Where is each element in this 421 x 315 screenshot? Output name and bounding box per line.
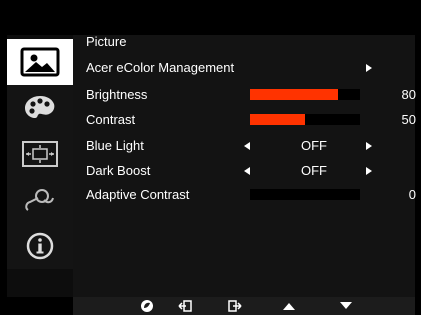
screen-position-icon bbox=[21, 140, 59, 168]
chevron-right-icon bbox=[366, 64, 372, 72]
category-rail bbox=[7, 35, 73, 297]
tab-color[interactable] bbox=[7, 85, 73, 131]
contrast-item[interactable]: Contrast 50 bbox=[86, 110, 416, 130]
osd-menu: Picture Acer eColor Management Brightnes… bbox=[0, 0, 421, 315]
tab-settings[interactable] bbox=[7, 177, 73, 223]
chevron-right-icon[interactable] bbox=[366, 142, 372, 150]
adaptive-contrast-item[interactable]: Adaptive Contrast 0 bbox=[86, 185, 416, 205]
ecolor-management-item[interactable]: Acer eColor Management bbox=[86, 58, 416, 78]
chevron-right-icon[interactable] bbox=[366, 167, 372, 175]
chevron-left-icon[interactable] bbox=[244, 142, 250, 150]
exit-icon[interactable] bbox=[175, 298, 195, 314]
tab-position[interactable] bbox=[7, 131, 73, 177]
brightness-slider-fill bbox=[250, 89, 338, 100]
top-band bbox=[7, 7, 415, 35]
info-icon bbox=[25, 231, 55, 261]
adaptive-contrast-label: Adaptive Contrast bbox=[86, 187, 190, 202]
brightness-value: 80 bbox=[401, 87, 416, 102]
ecolor-management-label: Acer eColor Management bbox=[86, 60, 235, 75]
contrast-label: Contrast bbox=[86, 112, 136, 127]
brightness-slider[interactable] bbox=[250, 89, 360, 100]
tab-picture[interactable] bbox=[7, 39, 73, 85]
eco-icon[interactable] bbox=[137, 298, 157, 314]
blue-light-value: OFF bbox=[301, 138, 327, 153]
adaptive-contrast-slider[interactable] bbox=[250, 189, 360, 200]
contrast-value: 50 bbox=[401, 112, 416, 127]
up-icon[interactable] bbox=[279, 298, 299, 314]
palette-icon bbox=[23, 94, 57, 122]
dark-boost-label: Dark Boost bbox=[86, 163, 151, 178]
contrast-slider-fill bbox=[250, 114, 305, 125]
contrast-slider[interactable] bbox=[250, 114, 360, 125]
brightness-label: Brightness bbox=[86, 87, 148, 102]
blue-light-item[interactable]: Blue Light OFF bbox=[86, 136, 416, 156]
adaptive-contrast-value: 0 bbox=[408, 187, 416, 202]
enter-icon[interactable] bbox=[225, 298, 245, 314]
dark-boost-value: OFF bbox=[301, 163, 327, 178]
down-icon[interactable] bbox=[336, 298, 356, 314]
dark-boost-item[interactable]: Dark Boost OFF bbox=[86, 161, 416, 181]
menu-title: Picture bbox=[86, 34, 127, 49]
tab-info[interactable] bbox=[7, 223, 73, 269]
picture-icon bbox=[20, 47, 60, 77]
chevron-left-icon[interactable] bbox=[244, 167, 250, 175]
settings-icon bbox=[22, 186, 58, 214]
blue-light-label: Blue Light bbox=[86, 138, 144, 153]
brightness-item[interactable]: Brightness 80 bbox=[86, 85, 416, 105]
button-hint-bar bbox=[73, 297, 415, 315]
